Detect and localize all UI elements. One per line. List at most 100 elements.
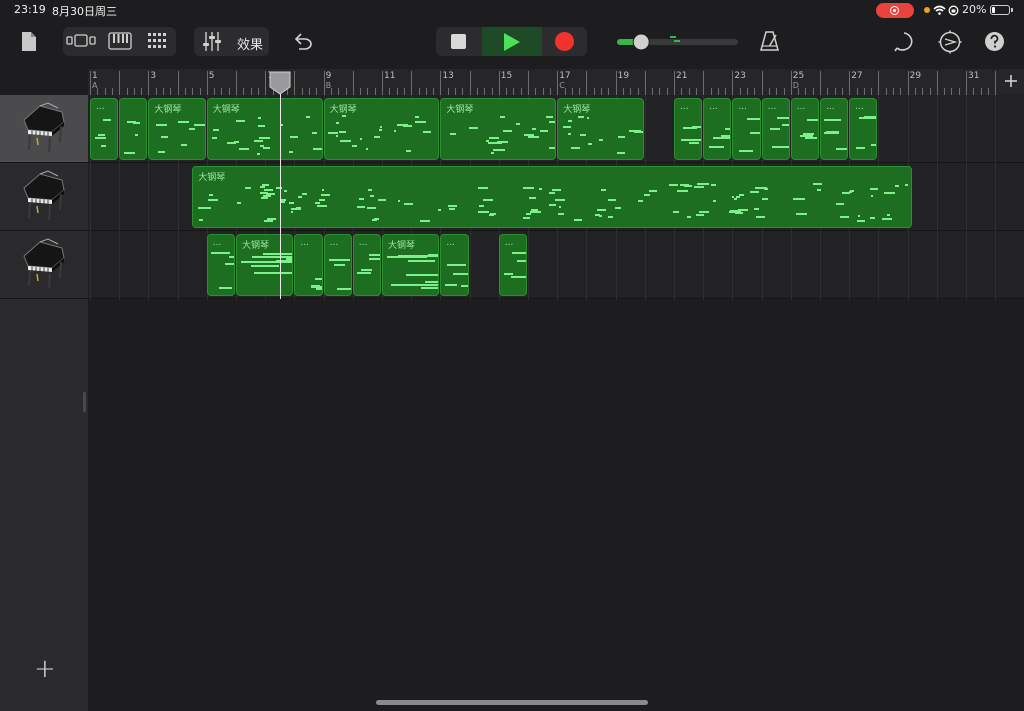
date: 8月30日周三 bbox=[52, 5, 117, 18]
track-header[interactable] bbox=[0, 163, 88, 231]
midi-region[interactable]: 大钢琴 bbox=[382, 234, 440, 296]
help-icon[interactable] bbox=[985, 32, 1004, 51]
screen-recording-indicator[interactable] bbox=[876, 3, 914, 18]
midi-region[interactable]: ... bbox=[732, 98, 761, 160]
effects-button[interactable]: 效果 bbox=[237, 34, 263, 53]
volume-slider[interactable] bbox=[612, 30, 740, 54]
midi-note bbox=[453, 272, 468, 275]
midi-note bbox=[101, 144, 107, 147]
midi-note bbox=[406, 274, 439, 277]
midi-note bbox=[313, 147, 322, 150]
ruler-tick bbox=[856, 88, 858, 95]
midi-region[interactable]: 大钢琴 bbox=[192, 166, 913, 228]
playhead-handle[interactable] bbox=[269, 71, 291, 95]
midi-note bbox=[260, 145, 264, 148]
midi-region[interactable]: ... bbox=[440, 234, 469, 296]
playhead[interactable] bbox=[279, 94, 281, 299]
loop-icon[interactable] bbox=[893, 31, 915, 53]
ruler-tick bbox=[294, 71, 296, 95]
settings-icon[interactable] bbox=[938, 30, 962, 54]
midi-region[interactable]: ... bbox=[352, 234, 381, 296]
midi-note bbox=[329, 259, 350, 262]
mixer-icon[interactable] bbox=[202, 31, 222, 52]
midi-region[interactable]: ... bbox=[790, 98, 819, 160]
grid-icon[interactable] bbox=[148, 33, 166, 49]
midi-region[interactable]: ... bbox=[849, 98, 878, 160]
bar-number: 23 bbox=[734, 71, 746, 81]
section-marker[interactable]: A bbox=[92, 81, 97, 90]
bar-number: 27 bbox=[851, 71, 863, 81]
undo-icon[interactable] bbox=[292, 32, 313, 50]
midi-region[interactable]: ... bbox=[674, 98, 703, 160]
section-marker[interactable]: C bbox=[559, 81, 565, 90]
midi-note bbox=[813, 183, 822, 186]
midi-note bbox=[771, 145, 789, 148]
add-section-button[interactable] bbox=[1004, 74, 1018, 88]
midi-note bbox=[633, 130, 643, 133]
midi-region[interactable]: 大钢琴 bbox=[206, 98, 323, 160]
midi-region[interactable]: ... bbox=[820, 98, 849, 160]
resize-handle[interactable] bbox=[83, 392, 86, 412]
ruler-tick bbox=[133, 88, 135, 95]
record-button[interactable] bbox=[542, 27, 587, 56]
midi-note bbox=[824, 118, 842, 121]
document-icon[interactable] bbox=[20, 31, 38, 52]
track-header[interactable] bbox=[0, 95, 88, 163]
midi-region[interactable]: 大钢琴 bbox=[323, 98, 440, 160]
midi-note bbox=[437, 209, 441, 212]
midi-region[interactable]: ... bbox=[323, 234, 352, 296]
midi-note bbox=[500, 115, 506, 118]
track-header[interactable] bbox=[0, 231, 88, 299]
midi-note bbox=[390, 284, 439, 287]
midi-region[interactable]: 大钢琴 bbox=[148, 98, 206, 160]
bar-gridline bbox=[966, 95, 967, 300]
section-marker[interactable]: D bbox=[793, 81, 799, 90]
midi-note bbox=[477, 186, 489, 189]
ruler-tick bbox=[549, 88, 551, 95]
midi-note bbox=[301, 192, 308, 195]
midi-region[interactable]: 大钢琴 bbox=[557, 98, 644, 160]
midi-region[interactable]: ... bbox=[90, 98, 119, 160]
add-track-button[interactable]: + bbox=[30, 654, 58, 686]
midi-region[interactable]: ... bbox=[294, 234, 323, 296]
ruler-tick bbox=[644, 71, 646, 95]
midi-note bbox=[244, 187, 252, 190]
midi-note bbox=[288, 202, 294, 205]
midi-note bbox=[692, 125, 702, 128]
midi-note bbox=[340, 140, 352, 143]
midi-region[interactable]: ... bbox=[206, 234, 235, 296]
stop-button[interactable] bbox=[436, 27, 482, 56]
region-label: ... bbox=[358, 238, 368, 248]
metronome-icon[interactable] bbox=[759, 30, 780, 52]
midi-note bbox=[403, 125, 412, 128]
midi-note bbox=[523, 134, 534, 137]
midi-region[interactable]: ... bbox=[703, 98, 732, 160]
midi-region[interactable]: 大钢琴 bbox=[440, 98, 557, 160]
section-marker[interactable]: B bbox=[326, 81, 332, 90]
midi-note bbox=[587, 142, 592, 145]
midi-note bbox=[211, 137, 218, 140]
midi-note bbox=[368, 258, 380, 261]
home-indicator bbox=[376, 700, 648, 705]
midi-note bbox=[491, 142, 503, 145]
midi-note bbox=[669, 183, 679, 186]
midi-note bbox=[328, 132, 339, 135]
midi-note bbox=[736, 196, 741, 199]
tracks-area[interactable]: ... 大钢琴 大钢琴 大钢琴 大钢琴 大钢琴..................... 大… bbox=[88, 95, 1024, 711]
keyboard-icon[interactable] bbox=[108, 32, 132, 50]
clock: 23:19 bbox=[14, 3, 46, 16]
midi-note bbox=[423, 131, 431, 134]
view-toggle-icon[interactable] bbox=[66, 32, 98, 50]
play-button[interactable] bbox=[482, 27, 542, 56]
midi-region[interactable]: 大钢琴 bbox=[236, 234, 294, 296]
midi-region[interactable]: ... bbox=[498, 234, 527, 296]
midi-note bbox=[752, 118, 760, 121]
midi-note bbox=[377, 199, 386, 202]
ruler-tick bbox=[520, 88, 522, 95]
midi-note bbox=[336, 122, 340, 125]
timeline-ruler[interactable]: 135791113151719212325272931ABCD bbox=[88, 69, 1024, 95]
midi-region[interactable] bbox=[119, 98, 148, 160]
midi-note bbox=[285, 257, 293, 260]
midi-region[interactable]: ... bbox=[761, 98, 790, 160]
ruler-tick bbox=[725, 88, 727, 95]
